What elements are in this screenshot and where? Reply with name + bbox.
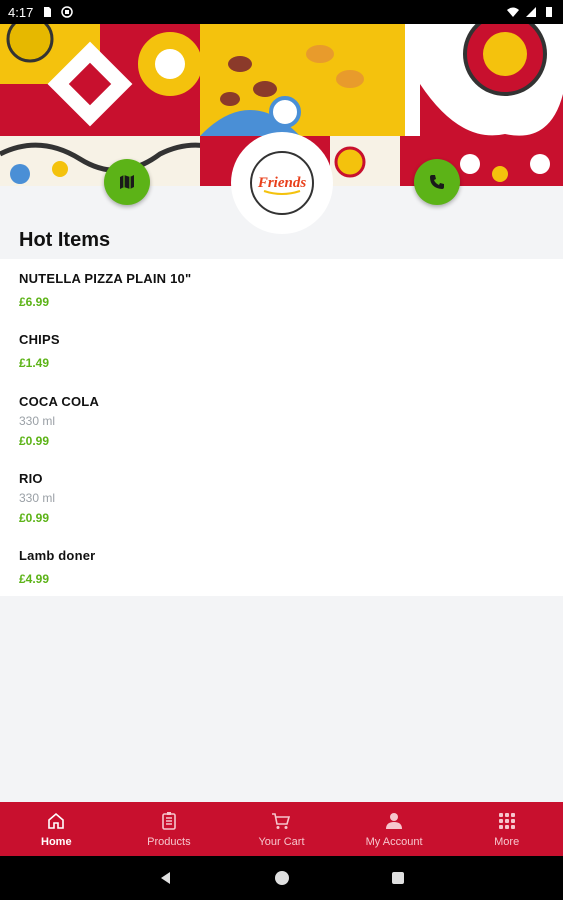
nav-cart-label: Your Cart (258, 836, 305, 848)
item-name: CHIPS (19, 332, 60, 347)
map-button[interactable] (104, 159, 150, 205)
nav-account[interactable]: My Account (338, 802, 451, 856)
item-name: COCA COLA (19, 394, 100, 409)
nav-home[interactable]: Home (0, 802, 113, 856)
sd-card-icon (44, 7, 52, 17)
nav-products-label: Products (147, 836, 191, 848)
list-item[interactable]: NUTELLA PIZZA PLAIN 10" £6.99 (19, 271, 191, 309)
item-name: NUTELLA PIZZA PLAIN 10" (19, 271, 192, 286)
bottom-navigation: Home Products Your Cart My Account More (0, 802, 563, 856)
list-item[interactable]: Lamb doner £4.99 (19, 548, 95, 586)
wifi-icon (507, 7, 519, 17)
notification-icon (61, 6, 74, 18)
phone-icon (430, 175, 444, 189)
grid-icon (496, 810, 518, 832)
home-icon (45, 810, 67, 832)
list-item[interactable]: CHIPS £1.49 (19, 332, 60, 370)
status-time: 4:17 (8, 4, 34, 20)
signal-icon (526, 7, 536, 17)
item-price: £6.99 (19, 295, 50, 309)
item-name: Lamb doner (19, 548, 96, 563)
system-navigation-bar (0, 856, 563, 900)
battery-icon (546, 7, 552, 17)
nav-home-label: Home (41, 836, 72, 848)
section-title: Hot Items (19, 229, 111, 251)
nav-products[interactable]: Products (113, 802, 226, 856)
item-name: RIO (19, 471, 43, 486)
item-price: £1.49 (19, 356, 50, 370)
item-price: £0.99 (19, 434, 50, 448)
recents-icon[interactable] (390, 870, 406, 886)
list-item[interactable]: COCA COLA 330 ml £0.99 (19, 394, 99, 448)
nav-account-label: My Account (365, 836, 423, 848)
cart-icon (270, 810, 292, 832)
friends-logo-icon: Friends (257, 175, 307, 195)
phone-button[interactable] (414, 159, 460, 205)
nav-more-label: More (494, 836, 520, 848)
list-item[interactable]: RIO 330 ml £0.99 (19, 471, 55, 525)
back-icon[interactable] (158, 870, 174, 886)
nav-cart[interactable]: Your Cart (225, 802, 338, 856)
status-bar: 4:17 (0, 0, 563, 24)
restaurant-logo: Friends (231, 132, 333, 234)
nav-more[interactable]: More (450, 802, 563, 856)
menu-card-icon (158, 810, 180, 832)
item-size: 330 ml (19, 491, 56, 505)
home-circle-icon[interactable] (274, 870, 290, 886)
item-size: 330 ml (19, 414, 56, 428)
svg-text:Friends: Friends (257, 175, 307, 191)
item-price: £4.99 (19, 572, 50, 586)
map-icon (120, 175, 134, 189)
account-icon (383, 810, 405, 832)
item-price: £0.99 (19, 511, 50, 525)
hot-items-list: NUTELLA PIZZA PLAIN 10" £6.99 CHIPS £1.4… (0, 259, 563, 596)
